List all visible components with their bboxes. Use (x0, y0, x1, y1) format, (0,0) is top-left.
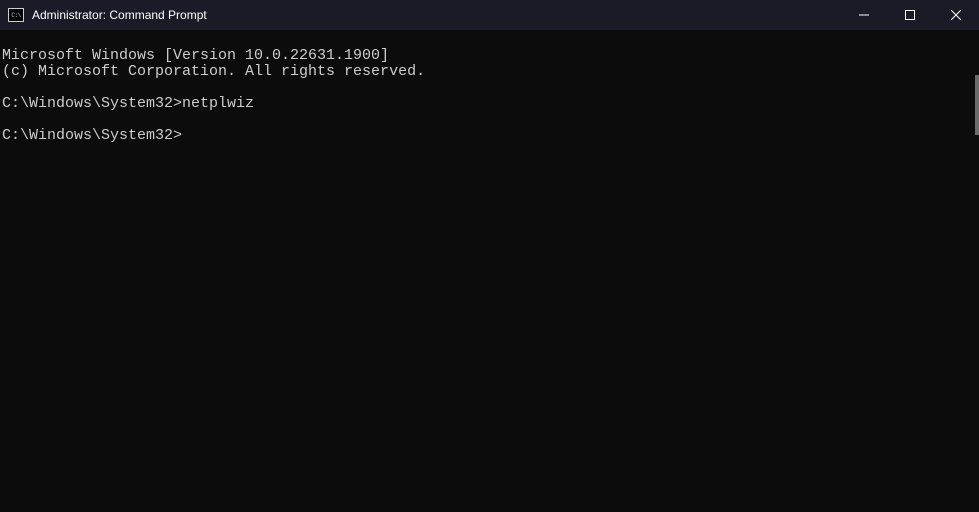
version-line: Microsoft Windows [Version 10.0.22631.19… (2, 47, 389, 64)
titlebar-left: C:\ Administrator: Command Prompt (8, 8, 207, 22)
cmd-icon: C:\ (8, 8, 24, 22)
scrollbar-track[interactable] (975, 30, 979, 512)
command-input: netplwiz (182, 95, 254, 112)
prompt: C:\Windows\System32> (2, 127, 182, 144)
window-controls (841, 0, 979, 30)
close-icon (951, 10, 961, 20)
copyright-line: (c) Microsoft Corporation. All rights re… (2, 63, 425, 80)
minimize-button[interactable] (841, 0, 887, 30)
window-titlebar: C:\ Administrator: Command Prompt (0, 0, 979, 30)
minimize-icon (859, 10, 869, 20)
maximize-button[interactable] (887, 0, 933, 30)
maximize-icon (905, 10, 915, 20)
prompt: C:\Windows\System32> (2, 95, 182, 112)
scrollbar-thumb[interactable] (975, 75, 979, 135)
window-title: Administrator: Command Prompt (32, 8, 207, 22)
terminal-output[interactable]: Microsoft Windows [Version 10.0.22631.19… (0, 30, 979, 512)
close-button[interactable] (933, 0, 979, 30)
